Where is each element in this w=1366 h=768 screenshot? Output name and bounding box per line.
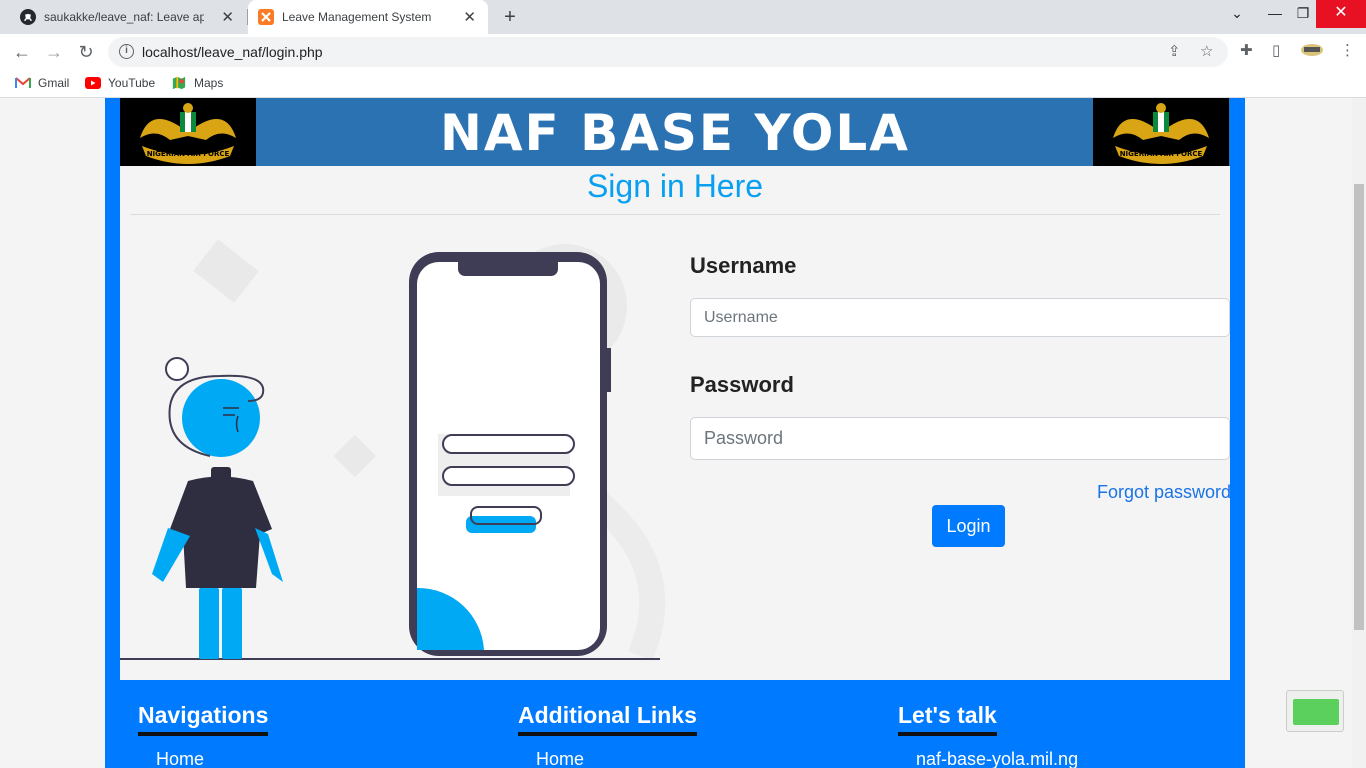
gmail-icon	[15, 77, 31, 88]
maps-icon	[172, 76, 186, 90]
forward-icon[interactable]: →	[41, 39, 67, 65]
url-text[interactable]: localhost/leave_naf/login.php	[142, 44, 323, 60]
tab-strip: saukakke/leave_naf: Leave app fo ✕ Leave…	[0, 0, 1366, 34]
share-icon[interactable]: ⇪	[1168, 42, 1181, 60]
scrollbar-thumb[interactable]	[1354, 184, 1364, 630]
bookmarks-bar: Gmail YouTube Maps	[0, 70, 1366, 98]
username-label: Username	[690, 253, 797, 278]
menu-kebab-icon[interactable]: ⋮	[1340, 41, 1355, 59]
new-tab-button[interactable]: +	[498, 5, 522, 29]
bookmark-youtube[interactable]: YouTube	[85, 76, 155, 90]
close-tab-icon[interactable]: ✕	[463, 8, 476, 26]
footer-heading: Let's talk	[898, 702, 997, 736]
tab-leave-management[interactable]: Leave Management System ✕	[248, 0, 488, 34]
naf-emblem-logo: NIGERIAN AIR FORCE	[1093, 98, 1229, 166]
page-viewport: NIGERIAN AIR FORCE NAF BASE YOLA NIGERIA…	[0, 98, 1352, 768]
reload-icon[interactable]: ↻	[73, 39, 99, 65]
site-banner: NIGERIAN AIR FORCE NAF BASE YOLA NIGERIA…	[120, 98, 1230, 166]
divider	[130, 214, 1220, 215]
tab-label: Leave Management System	[282, 10, 432, 24]
page-title: Sign in Here	[586, 168, 764, 204]
bookmark-label: YouTube	[108, 76, 156, 90]
password-input[interactable]	[690, 417, 1230, 460]
footer-link-home[interactable]: Home	[536, 749, 584, 768]
profile-avatar-icon[interactable]	[1300, 40, 1324, 62]
xampp-icon	[258, 9, 274, 25]
footer-heading: Additional Links	[518, 702, 697, 736]
back-icon[interactable]: ←	[9, 39, 35, 65]
footer-link-website[interactable]: naf-base-yola.mil.ng	[916, 749, 1078, 768]
network-monitor-icon	[1293, 699, 1339, 725]
bookmark-maps[interactable]: Maps	[171, 76, 223, 90]
page-scrollbar[interactable]	[1352, 98, 1366, 768]
login-illustration	[120, 239, 666, 662]
footer-heading: Navigations	[138, 702, 269, 736]
browser-toolbar: ← → ↻ i localhost/leave_naf/login.php ⇪ …	[0, 34, 1366, 70]
footer-additional-links: Additional Links Home	[518, 702, 697, 768]
footer-navigations: Navigations Home	[138, 702, 269, 768]
username-input[interactable]	[690, 298, 1230, 337]
bookmark-label: Maps	[194, 76, 224, 90]
bookmark-star-icon[interactable]: ☆	[1200, 42, 1213, 60]
extensions-icon[interactable]: ✚	[1240, 41, 1253, 59]
side-panel-icon[interactable]: ▯	[1272, 41, 1280, 59]
forgot-password-link[interactable]: Forgot password	[1097, 482, 1231, 503]
address-bar[interactable]: i localhost/leave_naf/login.php ⇪ ☆	[108, 37, 1228, 67]
tab-github[interactable]: saukakke/leave_naf: Leave app fo ✕	[10, 0, 246, 34]
youtube-icon	[85, 77, 101, 89]
login-button[interactable]: Login	[932, 505, 1005, 547]
close-tab-icon[interactable]: ✕	[221, 8, 234, 26]
tab-label: saukakke/leave_naf: Leave app fo	[44, 10, 204, 24]
bookmark-label: Gmail	[38, 76, 70, 90]
svg-text:NIGERIAN AIR FORCE: NIGERIAN AIR FORCE	[1120, 150, 1203, 158]
banner-title: NAF BASE YOLA	[440, 104, 910, 162]
close-window-icon[interactable]: ✕	[1316, 0, 1366, 28]
footer-lets-talk: Let's talk naf-base-yola.mil.ng	[898, 702, 1078, 768]
password-label: Password	[690, 372, 794, 397]
github-icon	[20, 9, 36, 25]
footer-link-home[interactable]: Home	[156, 749, 204, 768]
login-card: Sign in Here Username Username Password …	[120, 166, 1231, 680]
network-monitor-widget[interactable]	[1286, 690, 1344, 732]
bookmark-gmail[interactable]: Gmail	[15, 76, 69, 90]
site-info-icon[interactable]: i	[119, 44, 134, 59]
